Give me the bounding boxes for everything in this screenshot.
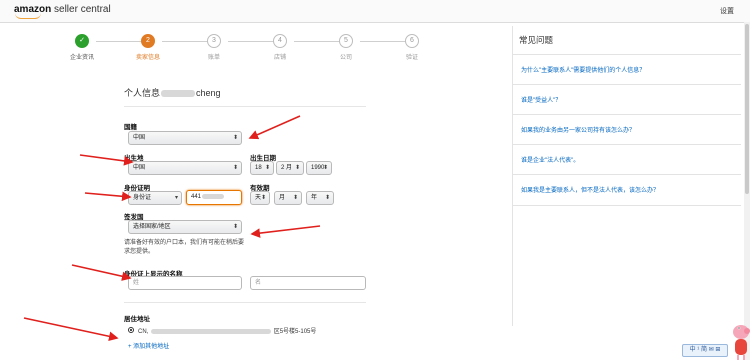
- chevron-updown-icon: ⬍: [264, 165, 270, 171]
- dob-day-value: 18: [255, 165, 262, 171]
- divider: [124, 106, 366, 107]
- step-label: 卖家信息: [135, 55, 160, 61]
- expiry-month-value: 月: [279, 195, 286, 201]
- step-store: 4 店铺: [250, 32, 310, 61]
- faq-panel: 常见问题 为什么"主要联系人"需要提供他们的个人信息？ 谁是"受益人"？ 如果我…: [512, 26, 741, 326]
- id-type-value: 身份证: [133, 195, 152, 201]
- page-title: 个人信息 cheng: [124, 86, 221, 99]
- faq-item[interactable]: 如果我的业务由另一家公司持有该怎么办？: [513, 114, 741, 145]
- heading-prefix: 个人信息: [124, 88, 161, 98]
- ime-status-bar[interactable]: 中 ¹ 简 ✉ ⊞: [682, 344, 728, 357]
- address-radio[interactable]: [128, 327, 134, 333]
- heading-suffix: cheng: [196, 88, 221, 98]
- scrollbar-thumb[interactable]: [745, 24, 749, 194]
- chevron-updown-icon: ⬍: [324, 195, 330, 201]
- nationality-select[interactable]: 中国 ⬍: [128, 131, 242, 145]
- step-company: 5 公司: [316, 32, 376, 61]
- dob-month-value: 2 月: [281, 165, 293, 171]
- step-seller-info[interactable]: 2 卖家信息: [118, 32, 178, 61]
- birthplace-select[interactable]: 中国 ⬍: [128, 161, 242, 175]
- step-number: 6: [405, 34, 419, 48]
- step-label: 验证: [405, 55, 418, 61]
- issuer-country-value: 选择国家/地区: [133, 224, 171, 230]
- expiry-year-select[interactable]: 年 ⬍: [306, 191, 334, 205]
- annotation-arrow: [23, 317, 119, 342]
- redacted-name-blur: [161, 90, 196, 98]
- id-number-input[interactable]: 441: [186, 190, 242, 205]
- given-name-input[interactable]: 名: [250, 276, 366, 290]
- faq-link[interactable]: 如果我是主要联系人，但不是法人代表，该怎么办？: [521, 185, 659, 194]
- issuer-country-select[interactable]: 选择国家/地区 ⬍: [128, 220, 242, 234]
- faq-link[interactable]: 谁是企业"法人代表"。: [521, 155, 579, 164]
- step-number: 5: [339, 34, 353, 48]
- chevron-down-icon: ▾: [174, 195, 178, 201]
- step-verification: 6 验证: [382, 32, 442, 61]
- chevron-updown-icon: ⬍: [260, 195, 266, 201]
- step-label: 账单: [207, 55, 220, 61]
- add-address-link[interactable]: + 添加其他地址: [128, 341, 169, 350]
- address-label: 居住地址: [124, 316, 150, 323]
- chevron-updown-icon: ⬍: [322, 165, 328, 171]
- pig-sticker-icon: [733, 325, 750, 360]
- surname-placeholder: 姓: [133, 280, 140, 286]
- faq-link[interactable]: 谁是"受益人"？: [521, 95, 561, 104]
- chevron-updown-icon: ⬍: [232, 224, 238, 230]
- address-prefix: CN,: [138, 329, 149, 335]
- redacted-address-blur: [151, 328, 272, 334]
- step-label: 企业资讯: [69, 55, 94, 61]
- surname-input[interactable]: 姓: [128, 276, 242, 290]
- settings-link[interactable]: 设置: [720, 6, 734, 16]
- address-text: CN, 区5号楼5-105号: [138, 326, 316, 335]
- expiry-month-select[interactable]: 月 ⬍: [274, 191, 302, 205]
- faq-item[interactable]: 谁是"受益人"？: [513, 84, 741, 115]
- step-label: 店铺: [273, 55, 286, 61]
- divider: [124, 302, 366, 303]
- id-number-value: 441: [191, 194, 202, 200]
- household-register-note: 请准备好有效的户口本，我们有可能在稍后要求您提供。: [124, 240, 245, 255]
- step-number: 3: [207, 34, 221, 48]
- faq-item[interactable]: 如果我是主要联系人，但不是法人代表，该怎么办？: [513, 174, 741, 206]
- dob-year-select[interactable]: 1990 ⬍: [306, 161, 332, 175]
- nationality-label: 国籍: [124, 124, 137, 131]
- check-icon: ✓: [75, 34, 89, 48]
- nationality-value: 中国: [133, 135, 146, 141]
- faq-link[interactable]: 为什么"主要联系人"需要提供他们的个人信息？: [521, 65, 645, 74]
- chevron-updown-icon: ⬍: [232, 135, 238, 141]
- logo-seller-central-text: seller central: [51, 4, 111, 15]
- amazon-smile-icon: [15, 13, 41, 19]
- id-type-select[interactable]: 身份证 ▾: [128, 191, 182, 205]
- faq-item[interactable]: 为什么"主要联系人"需要提供他们的个人信息？: [513, 54, 741, 85]
- step-number: 4: [273, 34, 287, 48]
- redacted-id-blur: [202, 193, 225, 199]
- step-company-info[interactable]: ✓ 企业资讯: [52, 32, 112, 61]
- given-name-placeholder: 名: [255, 280, 262, 286]
- step-billing: 3 账单: [184, 32, 244, 61]
- birthplace-value: 中国: [133, 165, 146, 171]
- annotation-arrow: [71, 264, 132, 281]
- address-suffix: 区5号楼5-105号: [273, 329, 317, 335]
- expiry-year-value: 年: [311, 195, 318, 201]
- chevron-updown-icon: ⬍: [294, 165, 300, 171]
- faq-link[interactable]: 如果我的业务由另一家公司持有该怎么办？: [521, 125, 635, 134]
- top-bar: amazon seller central 设置: [0, 0, 750, 23]
- step-label: 公司: [339, 55, 352, 61]
- faq-item[interactable]: 谁是企业"法人代表"。: [513, 144, 741, 175]
- faq-title: 常见问题: [519, 35, 554, 45]
- dob-month-select[interactable]: 2 月 ⬍: [276, 161, 304, 175]
- chevron-updown-icon: ⬍: [232, 165, 238, 171]
- expiry-day-select[interactable]: 天 ⬍: [250, 191, 270, 205]
- registration-progress-steps: ✓ 企业资讯 2 卖家信息 3 账单 4 店铺 5 公司 6 验证: [60, 32, 440, 62]
- chevron-updown-icon: ⬍: [292, 195, 298, 201]
- personal-info-form: 个人信息 cheng 国籍 中国 ⬍ 出生地 中国 ⬍ 出生日期 18 ⬍ 2 月…: [124, 76, 374, 360]
- step-number: 2: [141, 34, 155, 48]
- dob-day-select[interactable]: 18 ⬍: [250, 161, 274, 175]
